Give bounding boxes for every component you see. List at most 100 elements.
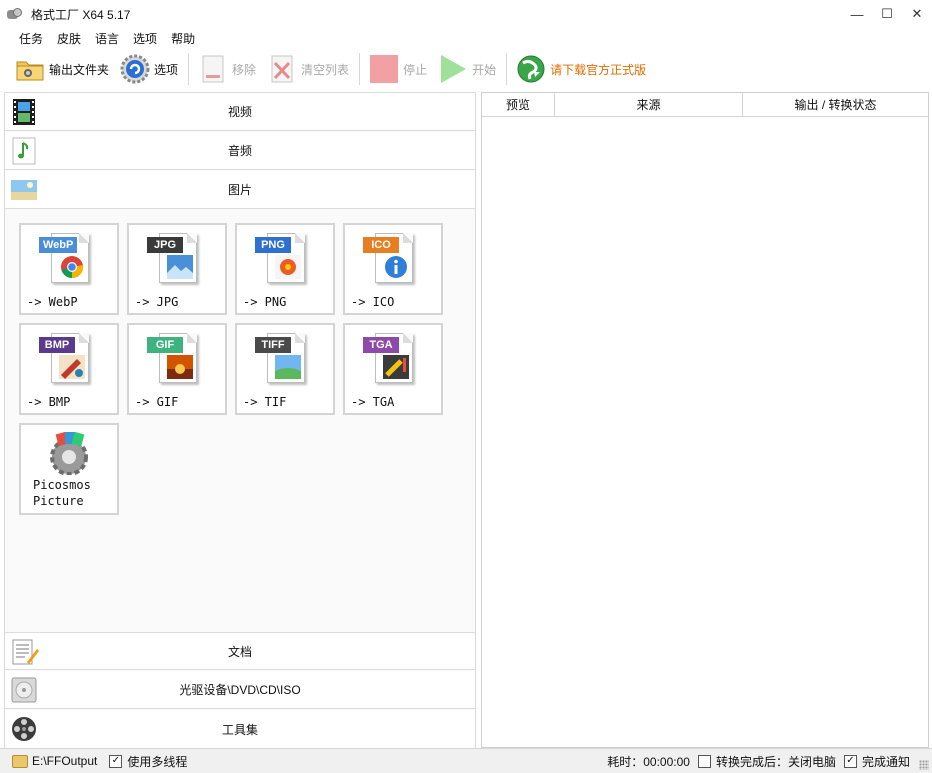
clear-list-icon <box>266 53 298 85</box>
after-convert-checkbox[interactable] <box>697 754 711 768</box>
flower-icon <box>275 255 301 279</box>
bmp-badge: BMP <box>39 337 75 353</box>
tile-webp[interactable]: WebP -> WebP <box>19 223 119 315</box>
notify-label: 完成通知 <box>861 754 910 769</box>
task-list[interactable]: 预览 来源 输出 / 转换状态 <box>481 92 929 748</box>
output-folder-icon[interactable] <box>12 754 28 768</box>
picosmos-line1: Picosmos <box>33 478 91 492</box>
notify-checkbox[interactable]: ✓ <box>843 754 857 768</box>
meadow-icon <box>275 355 301 379</box>
output-folder-button[interactable]: 输出文件夹 <box>14 51 109 87</box>
options-gear-icon <box>119 53 151 85</box>
gif-badge: GIF <box>147 337 183 353</box>
category-audio[interactable]: 音频 <box>5 132 475 170</box>
tile-label: -> WebP <box>27 295 78 309</box>
category-rom-label: 光驱设备\DVD\CD\ISO <box>179 683 301 697</box>
paint-icon <box>59 355 85 379</box>
multithread-label: 使用多线程 <box>127 754 188 769</box>
category-video[interactable]: 视频 <box>5 93 475 131</box>
download-official-label: 请下载官方正式版 <box>550 62 647 77</box>
toolbar-separator <box>506 53 508 85</box>
start-label: 开始 <box>472 62 497 77</box>
options-button[interactable]: 选项 <box>119 51 178 87</box>
chrome-icon <box>59 255 85 279</box>
multithread-checkbox[interactable]: ✓ <box>109 754 123 768</box>
minimize-button[interactable]: — <box>842 0 872 28</box>
remove-button[interactable]: 移除 <box>197 51 256 87</box>
menu-bar: 任务 皮肤 语言 选项 帮助 <box>0 28 932 48</box>
picosmos-label: Picosmos Picture <box>33 477 91 509</box>
tga-badge: TGA <box>363 337 399 353</box>
start-button[interactable]: 开始 <box>437 51 496 87</box>
tile-tif[interactable]: TIFF -> TIF <box>235 323 335 415</box>
png-badge: PNG <box>255 237 291 253</box>
toolbar: 输出文件夹 选项 移除 清空列表 停止 开始 请下载官方正式版 <box>0 48 932 90</box>
stop-label: 停止 <box>403 62 428 77</box>
category-rom-device[interactable]: 光驱设备\DVD\CD\ISO <box>5 671 475 709</box>
options-label: 选项 <box>154 62 179 77</box>
play-icon <box>437 53 469 85</box>
stop-button[interactable]: 停止 <box>368 51 427 87</box>
category-document[interactable]: 文档 <box>5 632 475 670</box>
download-official-button[interactable]: 请下载官方正式版 <box>515 51 646 87</box>
tile-tga[interactable]: TGA -> TGA <box>343 323 443 415</box>
output-path[interactable]: E:\FFOutput <box>32 754 97 768</box>
globe-icon <box>515 53 547 85</box>
column-preview[interactable]: 预览 <box>482 93 555 116</box>
app-icon <box>7 6 23 22</box>
tile-picosmos[interactable]: Picosmos Picture <box>19 423 119 515</box>
image-icon <box>9 175 39 205</box>
window-title: 格式工厂 X64 5.17 <box>31 7 131 22</box>
category-document-label: 文档 <box>227 644 252 659</box>
film-icon <box>9 97 39 127</box>
tile-png[interactable]: PNG -> PNG <box>235 223 335 315</box>
tile-label: -> PNG <box>243 295 287 309</box>
maximize-button[interactable]: ☐ <box>872 0 902 28</box>
status-bar: E:\FFOutput ✓ 使用多线程 耗时：00:00:00 转换完成后：关闭… <box>0 748 932 773</box>
toolbar-separator <box>188 53 190 85</box>
column-source[interactable]: 来源 <box>555 93 743 116</box>
category-tools-label: 工具集 <box>221 722 258 737</box>
folder-icon <box>14 53 46 85</box>
clear-list-label: 清空列表 <box>301 62 350 77</box>
document-icon <box>9 637 39 667</box>
menu-help[interactable]: 帮助 <box>164 30 202 47</box>
webp-badge: WebP <box>39 237 78 253</box>
tile-label: -> JPG <box>135 295 179 309</box>
remove-label: 移除 <box>232 62 257 77</box>
ico-badge: ICO <box>363 237 399 253</box>
menu-skin[interactable]: 皮肤 <box>50 30 88 47</box>
category-image[interactable]: 图片 <box>5 171 475 209</box>
close-button[interactable]: ✕ <box>902 0 932 28</box>
clear-list-button[interactable]: 清空列表 <box>266 51 349 87</box>
info-icon <box>383 255 409 279</box>
tile-label: -> ICO <box>351 295 395 309</box>
tile-ico[interactable]: ICO -> ICO <box>343 223 443 315</box>
after-convert-label: 转换完成后：关闭电脑 <box>715 754 836 769</box>
sunset-icon <box>167 355 193 379</box>
disc-drive-icon <box>9 675 39 705</box>
category-tools[interactable]: 工具集 <box>5 710 475 748</box>
tile-bmp[interactable]: BMP -> BMP <box>19 323 119 415</box>
output-folder-label: 输出文件夹 <box>49 62 110 77</box>
title-bar: 格式工厂 X64 5.17 — ☐ ✕ <box>0 0 932 28</box>
remove-icon <box>197 53 229 85</box>
elapsed-time: 耗时：00:00:00 <box>607 754 690 769</box>
toolbar-separator <box>359 53 361 85</box>
stop-icon <box>368 53 400 85</box>
film-reel-icon <box>9 714 39 744</box>
menu-language[interactable]: 语言 <box>88 30 126 47</box>
category-audio-label: 音频 <box>227 144 252 158</box>
picosmos-gear-icon <box>43 431 95 476</box>
tile-label: -> GIF <box>135 395 179 409</box>
brush-icon <box>383 355 409 379</box>
tile-label: -> BMP <box>27 395 71 409</box>
column-output-status[interactable]: 输出 / 转换状态 <box>743 93 928 116</box>
resize-grip[interactable] <box>919 760 929 770</box>
tile-label: -> TIF <box>243 395 287 409</box>
tile-jpg[interactable]: JPG -> JPG <box>127 223 227 315</box>
menu-task[interactable]: 任务 <box>12 30 50 47</box>
menu-options[interactable]: 选项 <box>126 30 164 47</box>
tile-gif[interactable]: GIF -> GIF <box>127 323 227 415</box>
landscape-icon <box>167 255 193 279</box>
